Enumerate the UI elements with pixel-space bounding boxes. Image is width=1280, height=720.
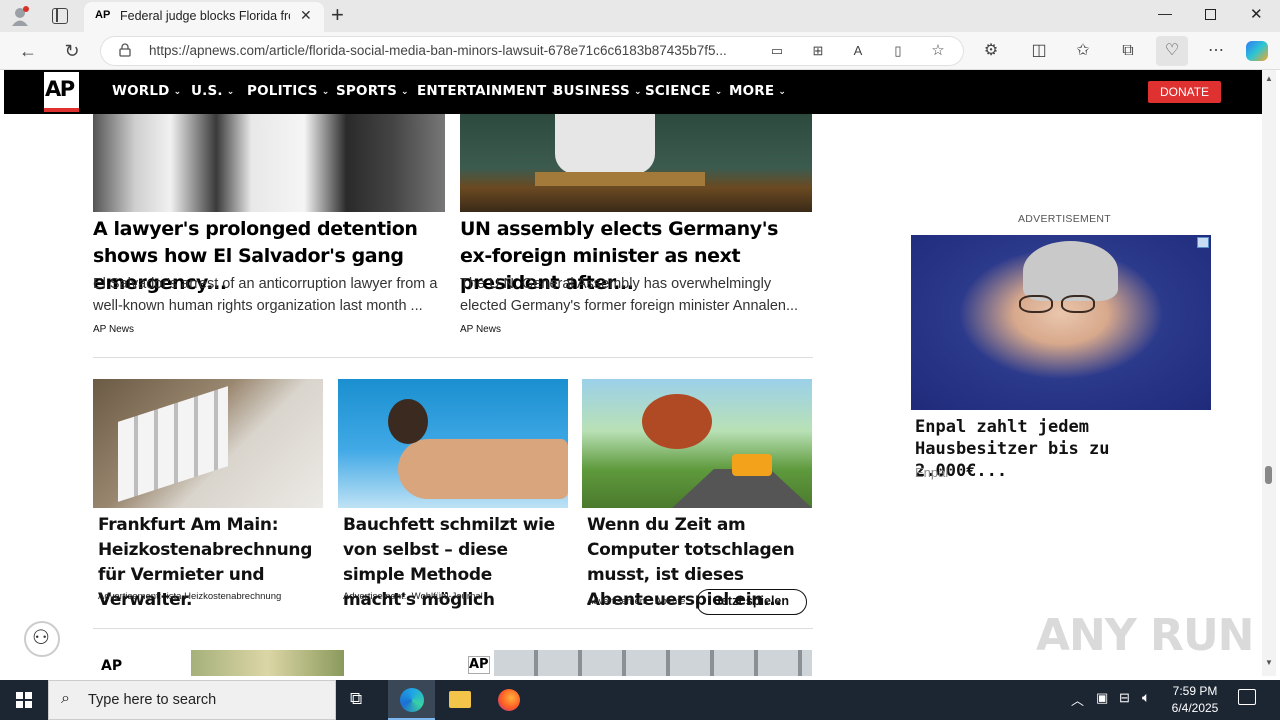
apps-icon[interactable]: ⊞ (806, 39, 830, 63)
browser-essentials-icon[interactable]: ♡ (1156, 36, 1188, 66)
chevron-down-icon: ⌄ (226, 87, 235, 97)
chevron-down-icon: ⌄ (714, 87, 723, 97)
article-source: AP News (93, 324, 134, 335)
volume-icon[interactable]: 🔈︎ (1142, 689, 1150, 706)
url-text: https://apnews.com/article/florida-socia… (149, 43, 727, 58)
windows-icon (16, 692, 32, 708)
sidebar-ad-sponsor: Enpal (915, 465, 949, 480)
article-source: AP News (460, 324, 501, 335)
favorites-icon[interactable]: ✩ (1071, 39, 1095, 63)
tab-bar: AP Federal judge blocks Florida from ✕ +… (0, 0, 1280, 32)
taskbar-search[interactable]: ⌕ Type here to search (48, 680, 336, 720)
article-summary: El Salvador's arrest of an anticorruptio… (93, 276, 438, 314)
chevron-down-icon: ⌄ (173, 87, 182, 97)
ad-image[interactable] (93, 379, 323, 508)
ad-source: Advertisement: Wohlfühl-Journal (343, 591, 483, 602)
more-menu-icon[interactable]: ⋯ (1204, 39, 1228, 63)
accessibility-button[interactable]: ⚇ (24, 621, 60, 657)
nav-politics[interactable]: POLITICS ⌄ (247, 83, 329, 99)
vertical-scrollbar[interactable]: ▲ ▼ (1262, 70, 1276, 676)
start-button[interactable] (0, 680, 48, 720)
divider (93, 357, 813, 358)
ad-source: Advertisement: ista Heizkostenabrechnung (98, 591, 282, 602)
close-window-icon[interactable]: ✕ (1250, 5, 1263, 23)
profile-icon[interactable] (10, 6, 30, 26)
new-tab-icon[interactable]: + (331, 2, 344, 28)
search-placeholder: Type here to search (88, 692, 217, 708)
taskbar: ⌕ Type here to search ⧉ ︿ ▣ ⊟ 🔈︎ 7:59 PM… (0, 680, 1280, 720)
tab-close-icon[interactable]: ✕ (300, 7, 312, 24)
search-icon: ⌕ (61, 690, 70, 707)
nav-science[interactable]: SCIENCE ⌄ (645, 83, 722, 99)
tab-title: Federal judge blocks Florida from (120, 9, 290, 23)
read-aloud-icon[interactable]: A (846, 39, 870, 63)
lock-icon[interactable] (119, 43, 131, 57)
ad-source: Advertisement: Abente... (587, 596, 694, 607)
network-icon[interactable]: ⊟ (1119, 690, 1130, 706)
article-summary: The U.N. General Assembly has overwhelmi… (460, 276, 799, 314)
clock-time: 7:59 PM (1172, 684, 1218, 698)
sidebar-ad-image[interactable] (911, 235, 1211, 410)
chevron-down-icon: ⌄ (401, 87, 409, 97)
scroll-up-icon[interactable]: ▲ (1265, 74, 1273, 83)
back-icon[interactable]: ← (16, 39, 40, 63)
tab-actions-icon[interactable] (52, 8, 68, 24)
adchoices-icon[interactable] (1197, 237, 1209, 248)
sidebar-ad-headline[interactable]: Enpal zahlt jedem Hausbesitzer bis zu 2.… (915, 416, 1211, 482)
immersive-reader-icon[interactable]: ▯ (886, 39, 910, 63)
chevron-down-icon: ⌄ (321, 87, 330, 97)
restore-icon[interactable] (1205, 9, 1216, 20)
article-image[interactable] (460, 114, 812, 212)
device-icon[interactable]: ▣ (1096, 690, 1108, 706)
file-explorer-icon[interactable] (449, 691, 471, 708)
read-aloud-device-icon[interactable]: ▭ (765, 39, 789, 63)
article-image[interactable] (93, 114, 445, 212)
article-image[interactable] (494, 650, 812, 676)
ad-image[interactable] (582, 379, 812, 508)
watermark: ANY RUN (1036, 610, 1254, 661)
task-view-icon[interactable]: ⧉ (350, 689, 362, 709)
copilot-icon[interactable] (1246, 41, 1268, 61)
nav-business[interactable]: BUSINESS ⌄ (553, 83, 642, 99)
edge-icon (400, 688, 424, 712)
chevron-down-icon: ⌄ (778, 87, 787, 97)
nav-world[interactable]: WORLD ⌄ (112, 83, 181, 99)
show-hidden-icons[interactable]: ︿ (1071, 690, 1084, 709)
collections-icon[interactable]: ⧉ (1116, 39, 1140, 63)
page-content: AP WORLD ⌄ U.S. ⌄ POLITICS ⌄ SPORTS ⌄ ENTERT… (4, 70, 1262, 676)
split-screen-icon[interactable]: ◫ (1027, 39, 1051, 63)
ap-logo[interactable]: AP (44, 72, 79, 112)
tab-active[interactable]: AP Federal judge blocks Florida from ✕ (84, 2, 324, 32)
donate-button[interactable]: DONATE (1148, 81, 1221, 103)
address-bar: ← ↻ https://apnews.com/article/florida-s… (0, 32, 1280, 70)
chevron-down-icon: ⌄ (633, 87, 642, 97)
favorite-star-icon[interactable]: ☆ (926, 39, 950, 63)
url-field[interactable]: https://apnews.com/article/florida-socia… (100, 36, 964, 66)
refresh-icon[interactable]: ↻ (60, 39, 84, 63)
nav-sports[interactable]: SPORTS ⌄ (336, 83, 409, 99)
divider (93, 628, 813, 629)
advertisement-label: ADVERTISEMENT (1018, 213, 1111, 225)
nav-entertainment[interactable]: ENTERTAINMENT ⌄ (417, 83, 558, 99)
firefox-icon[interactable] (498, 689, 520, 711)
tab-favicon: AP (95, 9, 111, 21)
scrollbar-thumb[interactable] (1265, 466, 1272, 484)
clock[interactable]: 7:59 PM 6/4/2025 (1166, 683, 1224, 717)
edge-taskbar-button[interactable] (388, 680, 435, 720)
clock-date: 6/4/2025 (1171, 701, 1219, 715)
play-now-button[interactable]: Jetzt spielen (696, 589, 807, 615)
ad-image[interactable] (338, 379, 568, 508)
minimize-icon[interactable]: — (1158, 5, 1172, 21)
notification-icon[interactable] (1238, 689, 1256, 705)
site-navbar: AP WORLD ⌄ U.S. ⌄ POLITICS ⌄ SPORTS ⌄ ENTERT… (4, 70, 1262, 114)
nav-more[interactable]: MORE ⌄ (729, 83, 786, 99)
extensions-icon[interactable]: ⚙ (979, 39, 1003, 63)
scroll-down-icon[interactable]: ▼ (1265, 658, 1273, 667)
nav-us[interactable]: U.S. ⌄ (191, 83, 235, 99)
ap-logo-small: AP (101, 658, 123, 674)
ap-logo-small: AP (468, 656, 490, 674)
accessibility-icon: ⚇ (32, 627, 50, 649)
article-image[interactable] (191, 650, 344, 676)
